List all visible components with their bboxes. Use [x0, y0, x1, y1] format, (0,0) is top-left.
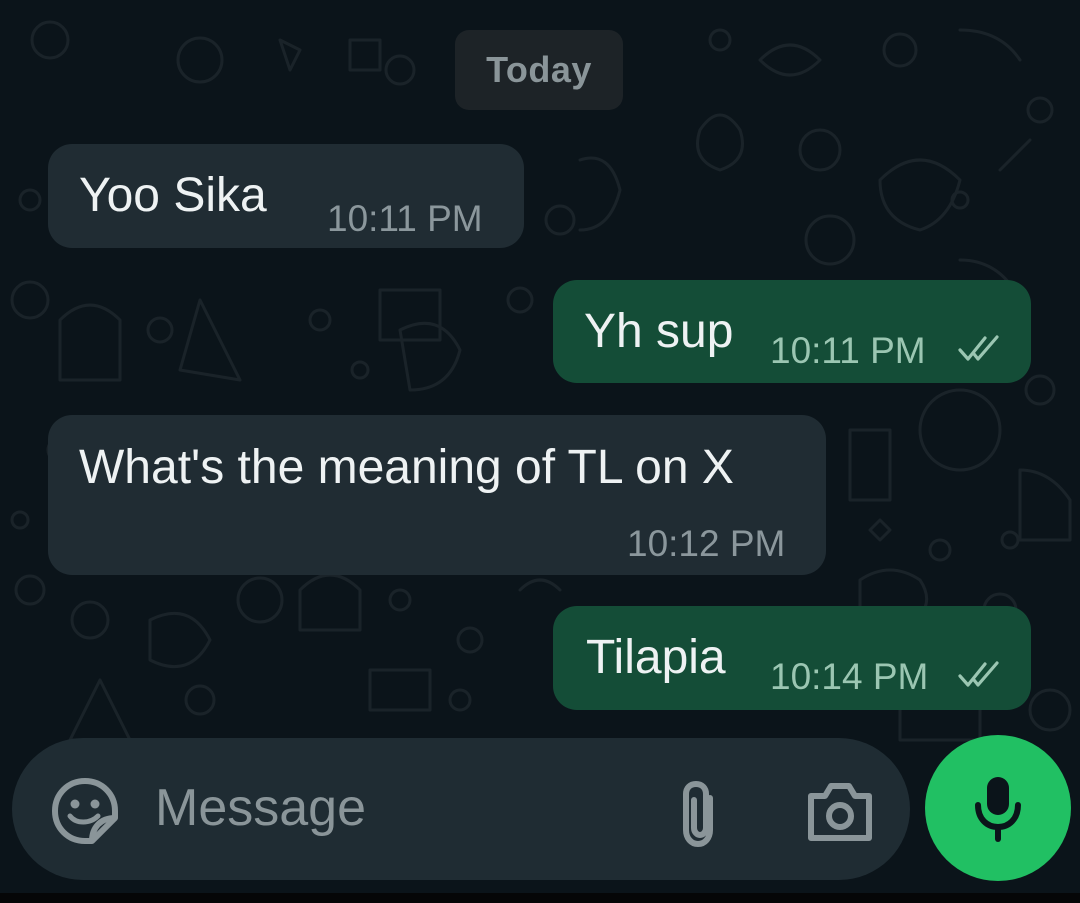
message-bubble-outgoing[interactable]: Tilapia 10:14 PM [553, 606, 1031, 710]
voice-record-button[interactable] [925, 735, 1071, 881]
message-text: Tilapia [586, 631, 726, 684]
bottom-edge [0, 893, 1080, 903]
paperclip-icon[interactable] [670, 778, 730, 850]
message-input[interactable]: Message [155, 778, 366, 838]
message-timestamp: 10:11 PM [770, 330, 926, 371]
message-text: What's the meaning of TL on X [79, 441, 734, 494]
message-bubble-incoming[interactable]: Yoo Sika 10:11 PM [48, 144, 524, 248]
message-timestamp: 10:11 PM [327, 198, 483, 239]
date-separator: Today [455, 30, 623, 110]
double-check-icon [958, 335, 999, 361]
message-timestamp: 10:12 PM [627, 523, 786, 564]
microphone-icon [975, 777, 1021, 842]
double-check-icon [958, 661, 999, 687]
sticker-icon[interactable] [50, 776, 120, 846]
camera-icon[interactable] [805, 778, 875, 844]
message-timestamp: 10:14 PM [770, 656, 929, 697]
message-bubble-incoming[interactable]: What's the meaning of TL on X 10:12 PM [48, 415, 826, 575]
message-text: Yh sup [584, 305, 734, 358]
message-text: Yoo Sika [79, 169, 267, 222]
chat-screen: Today Yoo Sika 10:11 PM Yh sup 10:11 PM … [0, 0, 1080, 903]
message-composer[interactable]: Message [12, 738, 910, 880]
message-bubble-outgoing[interactable]: Yh sup 10:11 PM [553, 280, 1031, 383]
